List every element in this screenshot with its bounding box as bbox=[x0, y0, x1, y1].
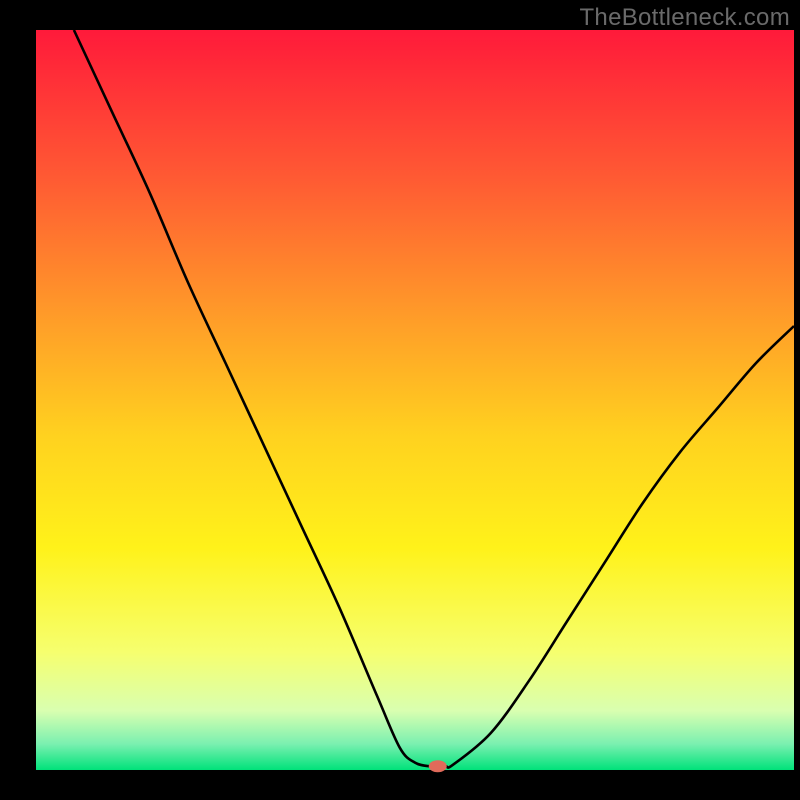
chart-frame: TheBottleneck.com bbox=[0, 0, 800, 800]
chart-svg bbox=[0, 0, 800, 800]
plot-background bbox=[36, 30, 794, 770]
optimal-point-marker bbox=[429, 760, 447, 772]
watermark-text: TheBottleneck.com bbox=[579, 4, 790, 32]
